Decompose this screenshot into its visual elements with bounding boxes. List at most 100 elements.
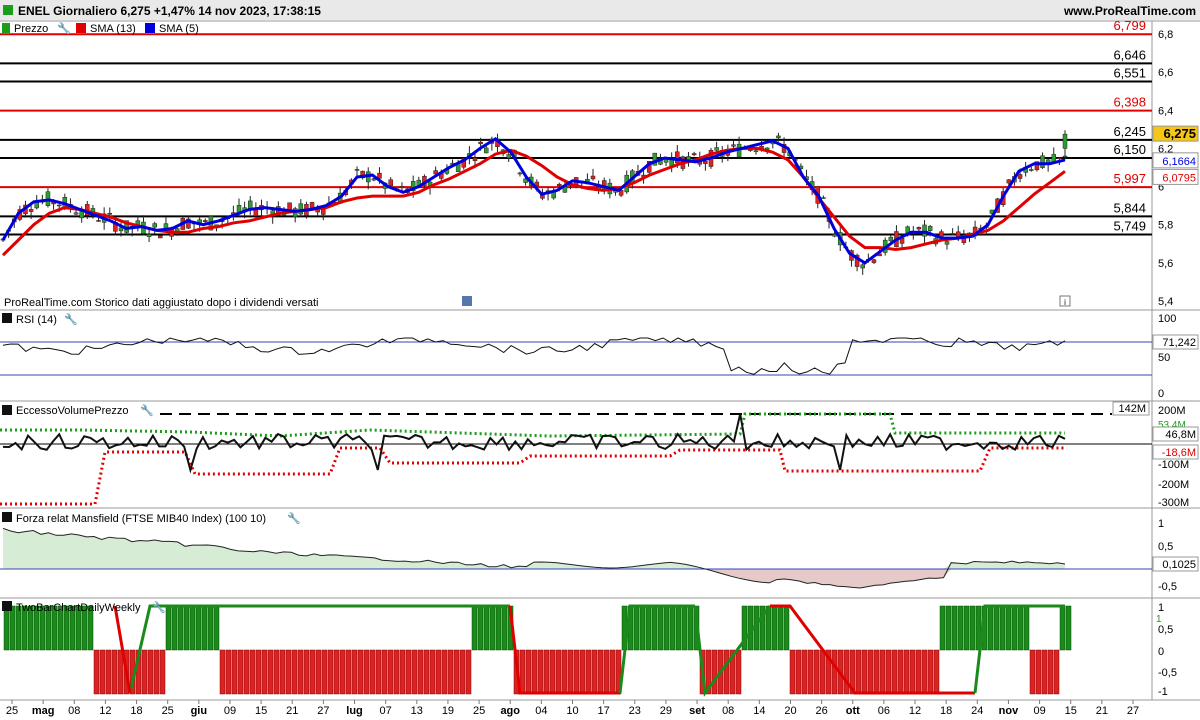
date-label: 27 xyxy=(1127,705,1139,717)
twobar-green-bar xyxy=(645,605,652,651)
price-tick: 5,6 xyxy=(1158,258,1173,270)
twobar-red-bar xyxy=(309,649,316,695)
twobar-red-bar xyxy=(843,649,850,695)
twobar-red-bar xyxy=(99,649,106,695)
sma13-line xyxy=(1,146,1066,257)
twobar-red-bar xyxy=(1035,649,1042,695)
twobar-red-bar xyxy=(405,649,412,695)
twobar-green-bar xyxy=(1011,605,1018,651)
twobar-red-bar xyxy=(327,649,334,695)
date-label: 08 xyxy=(68,705,80,717)
twobar-red-bar xyxy=(357,649,364,695)
candle-body xyxy=(28,209,34,212)
twobar-red-bar xyxy=(279,649,286,695)
volume-panel[interactable]: EccessoVolumePrezzo 🔧 142M 200M -100M -2… xyxy=(0,400,1200,509)
price-level-label: 5,997 xyxy=(1113,171,1146,186)
twobar-red-bar xyxy=(537,649,544,695)
rsi-tick-50: 50 xyxy=(1158,352,1170,364)
date-label: mag xyxy=(32,705,55,717)
rsi-title: RSI (14) xyxy=(16,314,57,326)
twobar-red-bar xyxy=(573,649,580,695)
twobar-red-bar xyxy=(801,649,808,695)
date-label: 13 xyxy=(411,705,423,717)
twobar-red-bar xyxy=(819,649,826,695)
candle-body xyxy=(922,224,927,237)
twobar-red-bar xyxy=(603,649,610,695)
twobar-red-bar xyxy=(867,649,874,695)
twobar-red-bar xyxy=(807,649,814,695)
rsi-panel[interactable]: RSI (14) 🔧 100 50 0 71,242 xyxy=(0,309,1200,400)
candle-body xyxy=(871,259,877,263)
volume-line xyxy=(2,413,1066,474)
twobar-panel[interactable]: TwoBarChartDailyWeekly 🔧 1 0,5 0 -0,5 -1… xyxy=(0,597,1200,698)
candle-body xyxy=(1029,169,1034,171)
twobar-red-bar xyxy=(465,649,472,695)
twobar-red-bar xyxy=(579,649,586,695)
price-footnote: ProRealTime.com Storico dati aggiustato … xyxy=(4,297,318,309)
twobar-red-bar xyxy=(147,649,154,695)
mansfield-wrench-icon[interactable]: 🔧 xyxy=(287,511,301,525)
volume-wrench-icon[interactable]: 🔧 xyxy=(140,403,154,417)
price-level-label: 5,749 xyxy=(1113,218,1146,233)
twobar-red-bar xyxy=(423,649,430,695)
twobar-red-bar xyxy=(369,649,376,695)
date-label: 09 xyxy=(224,705,236,717)
calendar-icon[interactable] xyxy=(462,296,472,306)
twobar-red-bar xyxy=(735,649,742,695)
mansfield-panel[interactable]: Forza relat Mansfield (FTSE MIB40 Index)… xyxy=(0,507,1200,593)
volume-title: EccessoVolumePrezzo xyxy=(16,405,129,417)
site-link[interactable]: www.ProRealTime.com xyxy=(1063,4,1196,18)
twobar-green-bar xyxy=(939,605,946,651)
date-label: 21 xyxy=(286,705,298,717)
twobar-green-bar xyxy=(177,605,184,651)
twobar-red-bar xyxy=(531,649,538,695)
candle-body xyxy=(321,209,326,215)
twobar-red-bar xyxy=(609,649,616,695)
twobar-red-bar xyxy=(711,649,718,695)
twobar-red-bar xyxy=(351,649,358,695)
twobar-swatch xyxy=(2,601,12,611)
candle-body xyxy=(96,220,101,222)
candle-body xyxy=(146,234,152,237)
twobar-red-bar xyxy=(159,649,166,695)
legend-sma5-swatch xyxy=(145,23,155,33)
date-label: giu xyxy=(191,705,208,717)
twobar-red-bar xyxy=(441,649,448,695)
mansfield-tick-m05: -0,5 xyxy=(1158,581,1177,593)
twobar-red-bar xyxy=(285,649,292,695)
date-label: 12 xyxy=(99,705,111,717)
twobar-green-bar xyxy=(945,605,952,651)
volume-last-value: 46,8M xyxy=(1165,429,1196,441)
candle-body xyxy=(309,202,315,209)
twobar-red-bar xyxy=(339,649,346,695)
date-label: 23 xyxy=(629,705,641,717)
candle-body xyxy=(506,154,511,159)
twobar-green-bar xyxy=(201,605,208,651)
twobar-green-bar xyxy=(471,605,478,651)
twobar-green-bar xyxy=(1059,605,1066,651)
date-label: 14 xyxy=(753,705,765,717)
candle-body xyxy=(714,147,719,151)
twobar-red-bar xyxy=(525,649,532,695)
stock-chart[interactable]: ENEL Giornaliero 6,275 +1,47% 14 nov 202… xyxy=(0,0,1200,720)
candlesticks xyxy=(0,130,1068,275)
candle-body xyxy=(590,175,596,180)
candle-body xyxy=(888,236,894,242)
twobar-red-bar xyxy=(591,649,598,695)
twobar-red-bar xyxy=(261,649,268,695)
twobar-green-bar xyxy=(213,605,220,651)
volume-tick-m200: -200M xyxy=(1158,479,1189,491)
rsi-wrench-icon[interactable]: 🔧 xyxy=(64,312,78,326)
twobar-green-bar xyxy=(1023,605,1030,651)
volume-swatch xyxy=(2,405,12,415)
price-level-label: 6,646 xyxy=(1113,47,1146,62)
candle-body xyxy=(1057,157,1062,159)
legend-sma5-label: SMA (5) xyxy=(159,23,199,35)
twobar-red-bar xyxy=(399,649,406,695)
twobar-green-bar xyxy=(657,605,664,651)
date-label: 19 xyxy=(442,705,454,717)
wrench-icon[interactable]: 🔧 xyxy=(57,21,71,35)
twobar-wrench-icon[interactable]: 🔧 xyxy=(152,600,166,614)
candle-body xyxy=(73,212,79,215)
candle-body xyxy=(56,204,62,207)
